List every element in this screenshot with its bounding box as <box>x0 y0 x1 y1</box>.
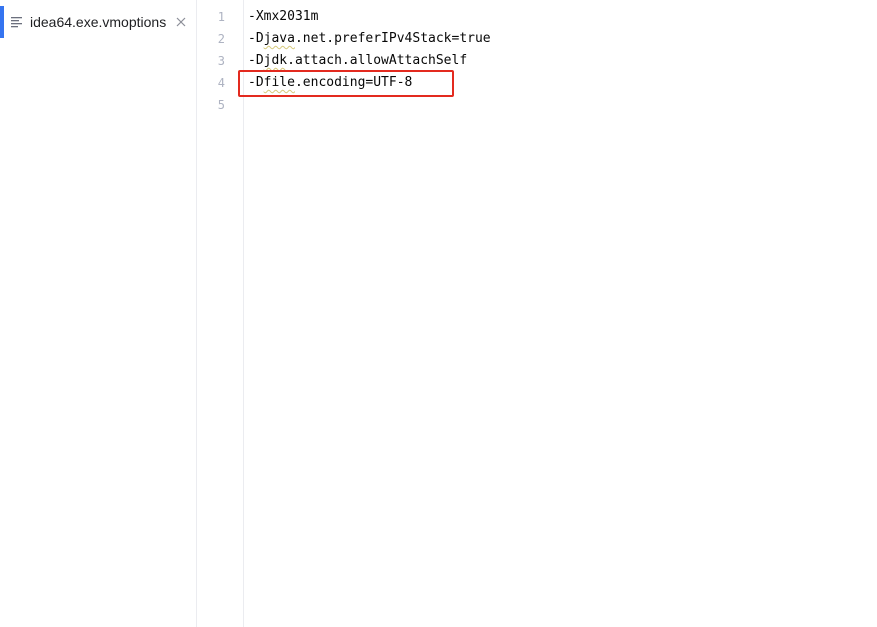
code-text: .net.preferIPv4Stack=true <box>294 31 491 46</box>
code-line[interactable]: -Dfile.encoding=UTF-8 <box>248 72 412 94</box>
line-number: 4 <box>217 76 225 90</box>
code-text-warning: file <box>263 75 295 90</box>
code-text: -Xmx2031m <box>248 9 319 24</box>
line-number: 2 <box>217 32 225 46</box>
code-text: -D <box>248 75 264 90</box>
code-line[interactable]: -Djdk.attach.allowAttachSelf <box>248 50 467 72</box>
ide-window: idea64.exe.vmoptions 1 2 3 4 5 -Xmx2031m… <box>0 0 877 627</box>
code-line[interactable]: -Djava.net.preferIPv4Stack=true <box>248 28 491 50</box>
code-text: -D <box>248 53 264 68</box>
line-number: 5 <box>217 98 225 112</box>
tab-idea64-vmoptions[interactable]: idea64.exe.vmoptions <box>0 6 196 38</box>
code-line[interactable]: -Xmx2031m <box>248 6 318 28</box>
line-number: 1 <box>217 10 225 24</box>
code-text: .encoding=UTF-8 <box>294 75 413 90</box>
line-number: 3 <box>217 54 225 68</box>
text-file-icon <box>11 17 22 28</box>
close-icon[interactable] <box>175 16 187 28</box>
active-tab-indicator <box>0 6 4 38</box>
line-number-gutter: 1 2 3 4 5 <box>197 0 244 627</box>
code-text-warning: java <box>263 31 295 46</box>
code-editor[interactable]: -Xmx2031m -Djava.net.preferIPv4Stack=tru… <box>244 0 877 627</box>
code-text: -D <box>248 31 264 46</box>
tab-label: idea64.exe.vmoptions <box>30 14 167 30</box>
code-text: .attach.allowAttachSelf <box>287 53 468 68</box>
code-text-warning: jdk <box>263 53 288 68</box>
editor-tab-panel: idea64.exe.vmoptions <box>0 0 197 627</box>
